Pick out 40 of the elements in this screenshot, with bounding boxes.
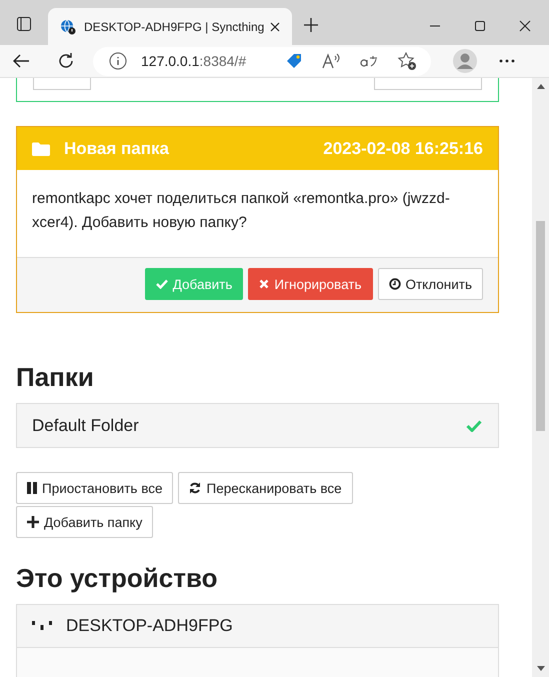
pause-icon xyxy=(27,482,37,494)
clock-icon xyxy=(388,278,400,290)
folder-icon xyxy=(32,142,50,156)
profile-avatar-icon[interactable] xyxy=(453,49,477,73)
browser-tab[interactable]: DESKTOP-ADH9FPG | Syncthing xyxy=(48,8,292,45)
maximize-icon[interactable] xyxy=(474,20,486,32)
folder-row[interactable]: Default Folder xyxy=(16,403,499,448)
close-window-icon[interactable] xyxy=(519,20,531,32)
new-tab-icon[interactable] xyxy=(304,18,318,32)
cross-icon xyxy=(259,279,270,289)
favorite-add-icon[interactable] xyxy=(397,51,417,71)
identicon-icon xyxy=(32,619,52,633)
read-aloud-icon[interactable] xyxy=(321,52,341,70)
reload-icon[interactable] xyxy=(57,52,75,70)
close-icon[interactable] xyxy=(270,22,280,32)
notification-message: remontkapc хочет поделиться папкой «remontka.pro» (jwzzd-xcer4). Добавить новую папку? xyxy=(31,189,451,233)
ignore-button[interactable]: Игнорировать xyxy=(248,268,372,300)
scrollbar-thumb[interactable] xyxy=(536,221,545,431)
address-bar[interactable]: 127.0.0.1:8384/# xyxy=(93,46,431,76)
check-icon xyxy=(156,279,168,289)
section-heading: Папки xyxy=(16,361,95,393)
device-name: DESKTOP-ADH9FPG xyxy=(66,616,233,636)
back-arrow-icon[interactable] xyxy=(12,53,30,69)
decline-button[interactable]: Отклонить xyxy=(378,268,483,300)
globe-warning-icon xyxy=(60,18,76,34)
notification-title: Новая папка xyxy=(64,138,169,158)
info-icon xyxy=(109,52,127,70)
rescan-all-button[interactable]: Пересканировать все xyxy=(178,472,353,504)
check-icon xyxy=(466,420,482,432)
add-folder-button[interactable]: Добавить папку xyxy=(16,506,154,538)
more-icon[interactable] xyxy=(499,59,515,63)
scroll-up-icon[interactable] xyxy=(536,84,544,89)
refresh-icon xyxy=(189,482,202,494)
scroll-down-icon[interactable] xyxy=(536,666,544,671)
notification-time: 2023-02-08 16:25:16 xyxy=(323,138,483,158)
pause-all-button[interactable]: Приостановить все xyxy=(16,472,174,504)
tag-icon[interactable] xyxy=(285,52,303,70)
tab-actions-icon[interactable] xyxy=(16,16,32,32)
section-heading: Это устройство xyxy=(16,562,218,594)
plus-icon xyxy=(27,516,39,528)
